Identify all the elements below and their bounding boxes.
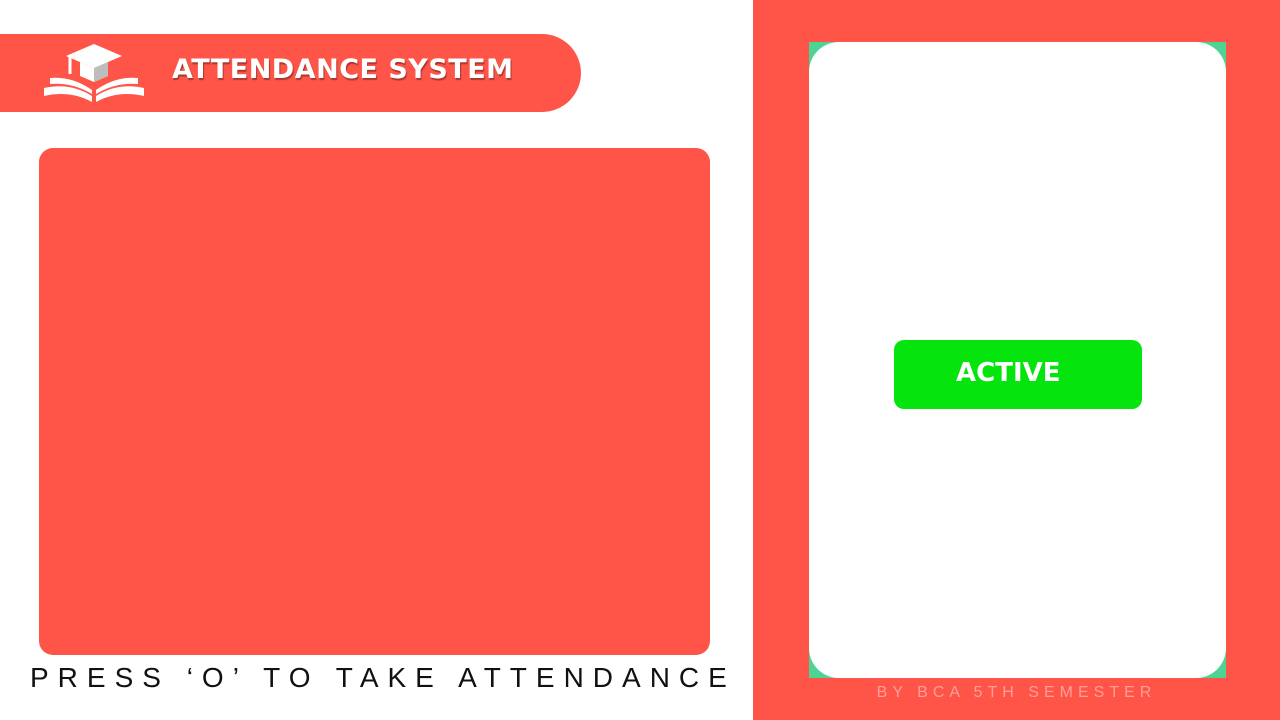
status-label: ACTIVE <box>956 358 1061 388</box>
side-panel: ACTIVE BY BCA 5TH SEMESTER <box>753 0 1280 720</box>
graduation-cap-book-icon <box>44 44 144 102</box>
status-card: ACTIVE <box>809 42 1226 678</box>
status-badge: ACTIVE <box>894 340 1142 409</box>
footer-credit: BY BCA 5TH SEMESTER <box>876 684 1157 701</box>
status-card-frame: ACTIVE <box>809 42 1226 678</box>
header-bar: ATTENDANCE SYSTEM <box>0 34 581 112</box>
camera-feed <box>39 148 710 655</box>
instruction-text: PRESS ‘O’ TO TAKE ATTENDANCE <box>30 662 736 693</box>
app-title: ATTENDANCE SYSTEM <box>172 54 514 85</box>
